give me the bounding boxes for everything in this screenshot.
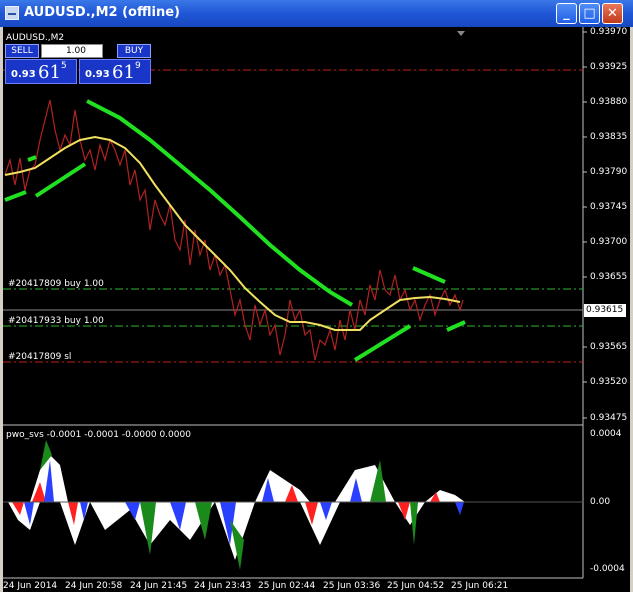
bid-big-figure: 0.93 xyxy=(11,69,36,80)
trade-line-label-1: #20417809 buy 1.00 xyxy=(8,279,104,289)
current-price-label: 0.93615 xyxy=(584,304,626,317)
time-axis-label: 24 Jun 20:58 xyxy=(65,581,123,591)
price-tick-label: 0.93925 xyxy=(590,62,628,72)
price-tick-label: 0.93520 xyxy=(590,377,628,387)
channel-mark xyxy=(27,155,37,162)
indicator-tick-label: -0.0004 xyxy=(590,564,625,574)
time-axis-label: 25 Jun 03:36 xyxy=(323,581,381,591)
price-tick-label: 0.93475 xyxy=(590,413,628,423)
price-tick-label: 0.93880 xyxy=(590,97,628,107)
one-click-trade-panel: SELL 1.00 BUY 0.93 61 5 0.93 61 9 xyxy=(5,44,151,84)
time-axis-label: 25 Jun 04:52 xyxy=(387,581,445,591)
indicator-label: pwo_svs -0.0001 -0.0001 -0.0000 0.0000 xyxy=(6,430,191,440)
ask-price-box[interactable]: 0.93 61 9 xyxy=(79,59,151,84)
lot-size-input[interactable]: 1.00 xyxy=(41,44,103,58)
price-tick-label: 0.93745 xyxy=(590,202,628,212)
price-tick-label: 0.93970 xyxy=(590,27,628,37)
time-axis-label: 24 Jun 21:45 xyxy=(130,581,188,591)
indicator-histogram xyxy=(8,440,465,570)
price-tick-label: 0.93790 xyxy=(590,167,628,177)
time-axis-label: 24 Jun 23:43 xyxy=(194,581,252,591)
bid-pips: 61 xyxy=(38,62,61,83)
trade-line-label-2: #20417933 buy 1.00 xyxy=(8,316,104,326)
scroll-marker-icon xyxy=(457,31,465,36)
bid-price-box[interactable]: 0.93 61 5 xyxy=(5,59,77,84)
sell-button[interactable]: SELL xyxy=(5,44,39,58)
ask-pips: 61 xyxy=(112,62,135,83)
indicator-tick-label: 0.0004 xyxy=(590,429,622,439)
chart-canvas xyxy=(3,27,587,579)
price-tick-label: 0.93565 xyxy=(590,342,628,352)
ask-fraction: 9 xyxy=(135,61,141,71)
sl-line-label: #20417809 sl xyxy=(8,352,72,362)
ask-big-figure: 0.93 xyxy=(85,69,110,80)
price-tick-label: 0.93655 xyxy=(590,272,628,282)
symbol-label: AUDUSD.,M2 xyxy=(6,33,65,43)
channel-lower-3 xyxy=(353,324,412,362)
time-axis-label: 24 Jun 2014 xyxy=(3,581,58,591)
indicator-tick-label: 0.00 xyxy=(590,497,611,507)
time-axis-label: 25 Jun 02:44 xyxy=(258,581,316,591)
time-axis-label: 25 Jun 06:21 xyxy=(451,581,509,591)
bid-fraction: 5 xyxy=(61,61,67,71)
channel-upper-2 xyxy=(412,266,446,284)
price-tick-label: 0.93835 xyxy=(590,132,628,142)
buy-button[interactable]: BUY xyxy=(117,44,151,58)
price-ticks xyxy=(583,31,587,419)
price-tick-label: 0.93700 xyxy=(590,237,628,247)
channel-lower-1 xyxy=(4,190,27,202)
channel-lower-2 xyxy=(34,162,87,198)
